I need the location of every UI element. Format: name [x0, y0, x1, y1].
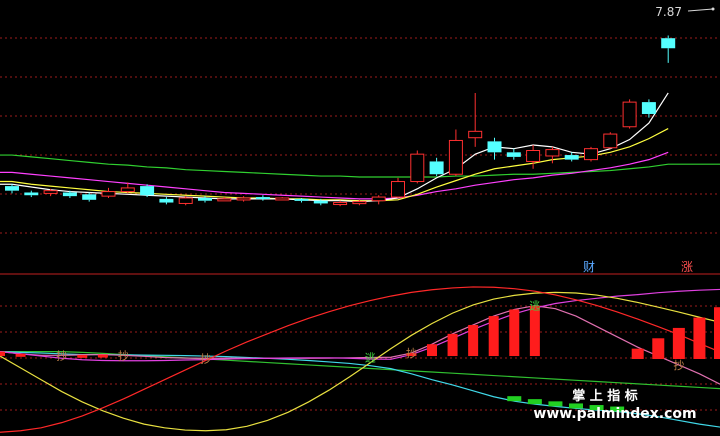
candle-down — [255, 197, 270, 200]
osc-red-bar — [488, 316, 499, 357]
candle-up — [352, 201, 367, 205]
osc-red-bar — [427, 344, 437, 357]
candle-up — [120, 187, 135, 193]
candle-down — [506, 152, 521, 157]
candlesticks — [5, 35, 676, 207]
osc-red-bar — [0, 351, 5, 357]
candle-down — [313, 200, 328, 204]
candle-up — [584, 148, 598, 161]
candle-up — [526, 149, 541, 162]
osc-red-bar — [97, 354, 108, 358]
candle-up — [448, 139, 463, 175]
candle-down — [159, 198, 174, 203]
osc-signal-label: 抄 — [56, 348, 67, 362]
stock-chart: 抄抄抄逃抄逃抄 7.87 财 涨 掌 上 指 标 www.palmindex.c… — [0, 5, 720, 433]
ma60-line — [0, 154, 720, 178]
ma5-line — [0, 92, 669, 203]
candle-up — [236, 197, 251, 201]
candle-down — [5, 186, 19, 191]
candle-up — [603, 133, 618, 149]
candle-up — [545, 149, 560, 157]
osc-signal-label: 抄 — [673, 358, 684, 372]
candle-down — [641, 102, 656, 114]
candle-down — [198, 197, 212, 201]
osc-signal-label: 逃 — [365, 352, 376, 365]
candle-down — [429, 161, 444, 175]
osc-signal-label: 抄 — [406, 346, 417, 360]
candle-down — [140, 186, 155, 196]
price-label: 7.87 — [655, 5, 682, 19]
osc-red-bar — [447, 333, 458, 357]
candle-down — [294, 198, 309, 201]
osc-green-bar — [507, 396, 522, 402]
candle-down — [564, 155, 579, 160]
osc-signal-label: 抄 — [200, 351, 211, 365]
candle-down — [661, 38, 676, 49]
watermark-url: www.palmindex.com — [533, 406, 696, 422]
watermark-title: 掌 上 指 标 — [572, 388, 638, 404]
candle-up — [333, 202, 348, 206]
osc-red-bar — [77, 354, 88, 358]
candle-up — [275, 197, 290, 201]
osc-red-bar — [714, 307, 720, 359]
candle-up — [217, 198, 232, 202]
osc-pink-line — [0, 305, 720, 385]
candle-up — [101, 191, 116, 197]
candle-down — [82, 194, 97, 200]
candle-up — [43, 190, 58, 194]
candle-down — [62, 192, 77, 197]
ma10-line — [0, 128, 669, 202]
osc-magenta-line — [0, 288, 720, 362]
candle-up — [410, 153, 425, 183]
osc-red-bar — [631, 348, 644, 359]
osc-signal-label: 抄 — [118, 348, 129, 362]
candle-up — [622, 101, 637, 128]
osc-red-bar — [15, 353, 26, 357]
candle-up — [178, 197, 193, 204]
candle-up — [391, 181, 405, 198]
osc-signal-label: 逃 — [529, 300, 540, 313]
osc-red-bar — [652, 338, 665, 359]
osc-red-bar — [509, 309, 520, 357]
osc-red-bar — [529, 305, 540, 357]
candle-up — [371, 196, 386, 202]
osc-green-bar — [527, 399, 542, 405]
candle-down — [24, 192, 39, 196]
osc-red-bar — [693, 317, 706, 359]
price-pointer-icon — [687, 7, 715, 12]
marker-cai: 财 — [583, 260, 595, 274]
osc-red-bar — [468, 324, 479, 357]
osc-red-bar — [672, 327, 685, 359]
candle-down — [487, 141, 502, 153]
candle-up — [468, 130, 483, 139]
marker-zhang: 涨 — [681, 259, 693, 274]
